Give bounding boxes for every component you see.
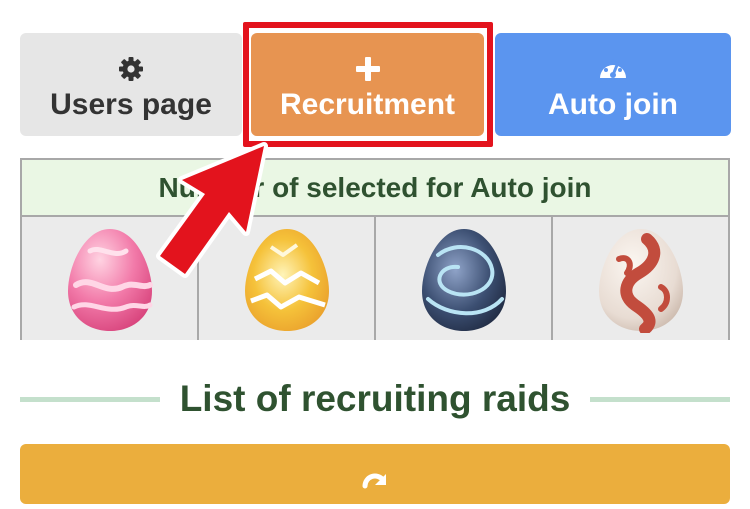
auto-join-egg-panel: Number of selected for Auto join [20,158,730,340]
egg-cell-red[interactable] [553,217,728,340]
refresh-button[interactable] [20,444,730,504]
speedometer-icon [597,48,629,82]
divider-right [590,396,730,402]
auto-join-button[interactable]: Auto join [495,33,731,136]
egg-row [22,217,728,340]
egg-cell-pink[interactable] [22,217,199,340]
auto-join-label: Auto join [548,87,678,121]
egg-panel-header: Number of selected for Auto join [22,160,728,217]
pink-egg-icon [67,228,153,331]
recruitment-label: Recruitment [279,87,456,121]
egg-cell-dark[interactable] [376,217,553,340]
red-egg-icon [598,228,683,333]
divider-left [20,396,160,402]
egg-cell-yellow[interactable] [199,217,376,340]
section-title: List of recruiting raids [20,373,730,425]
users-page-button[interactable]: Users page [20,33,242,136]
section-title-text: List of recruiting raids [179,378,571,419]
dark-egg-icon [421,228,506,331]
refresh-icon [359,472,391,504]
gear-icon [118,48,144,82]
plus-icon [355,48,381,82]
yellow-egg-icon [244,228,329,331]
users-page-label: Users page [50,87,212,121]
recruitment-button[interactable]: Recruitment [251,33,484,136]
